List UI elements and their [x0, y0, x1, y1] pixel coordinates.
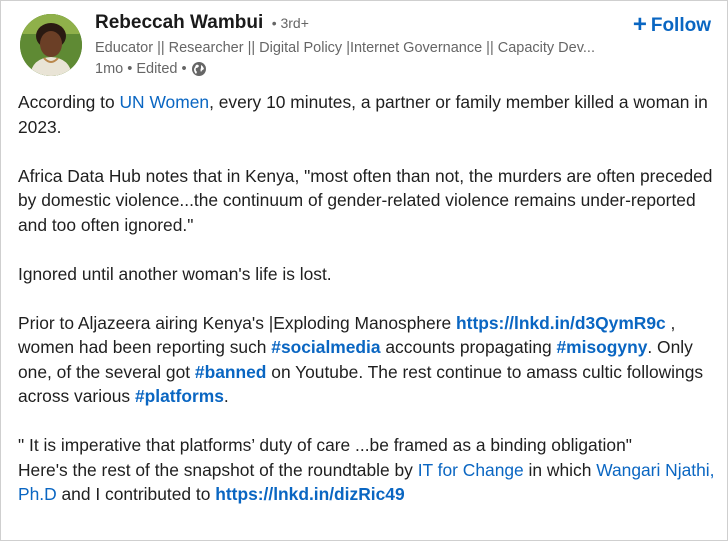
post-meta: 1mo • Edited • — [95, 61, 207, 77]
hashtag-socialmedia[interactable]: #socialmedia — [271, 337, 380, 357]
avatar[interactable] — [20, 14, 82, 76]
follow-button[interactable]: + Follow — [633, 11, 711, 39]
post-timestamp: 1mo • Edited • — [95, 61, 187, 77]
author-name-row: Rebeccah Wambui • 3rd+ — [95, 12, 309, 34]
hashtag-banned[interactable]: #banned — [195, 362, 267, 382]
mention-it-for-change[interactable]: IT for Change — [418, 460, 524, 480]
hashtag-misogyny[interactable]: #misogyny — [557, 337, 648, 357]
text: and I contributed to — [56, 484, 216, 504]
linkedin-post: Rebeccah Wambui • 3rd+ Educator || Resea… — [0, 0, 728, 541]
plus-icon: + — [632, 11, 647, 38]
paragraph-2: Africa Data Hub notes that in Kenya, "mo… — [18, 165, 713, 235]
avatar-image — [20, 14, 82, 76]
mention-un-women[interactable]: UN Women — [120, 92, 210, 112]
paragraph-1: According to UN Women, every 10 minutes,… — [18, 90, 718, 139]
post-body: According to UN Women, every 10 minutes,… — [18, 90, 718, 531]
paragraph-3: Ignored until another woman's life is lo… — [18, 263, 332, 284]
quote-text: " It is imperative that platforms’ duty … — [18, 435, 632, 455]
paragraph-5: " It is imperative that platforms’ duty … — [18, 433, 718, 507]
author-headline: Educator || Researcher || Digital Policy… — [95, 40, 595, 56]
author-name[interactable]: Rebeccah Wambui — [95, 12, 263, 33]
text: Prior to Aljazeera airing Kenya's |Explo… — [18, 312, 457, 333]
link-roundtable[interactable]: https://lnkd.in/dizRic49 — [215, 484, 404, 504]
globe-icon — [191, 61, 207, 77]
paragraph-4: Prior to Aljazeera airing Kenya's |Explo… — [18, 311, 718, 409]
text: accounts propagating — [380, 337, 557, 357]
link-manosphere[interactable]: https://lnkd.in/d3QymR9c — [456, 313, 666, 333]
hashtag-platforms[interactable]: #platforms — [135, 386, 224, 406]
text: According to — [18, 92, 120, 112]
connection-degree: • 3rd+ — [271, 15, 309, 31]
post-header: Rebeccah Wambui • 3rd+ Educator || Resea… — [1, 1, 728, 87]
follow-label: Follow — [650, 15, 711, 36]
text: in which — [523, 459, 597, 480]
text: Here's the rest of the snapshot of the r… — [18, 459, 418, 480]
text: . — [223, 386, 229, 406]
